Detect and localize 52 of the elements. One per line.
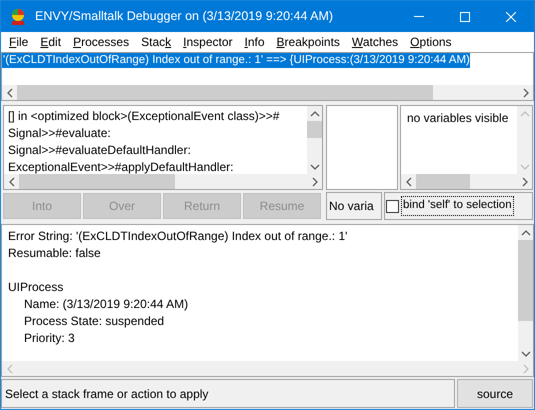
scrollbar-thumb[interactable] — [416, 174, 470, 189]
detail-line: Process State: suspended — [24, 313, 164, 330]
stack-frame[interactable]: Signal>>#evaluateDefaultHandler: — [8, 142, 307, 159]
bind-self-checkbox[interactable]: bind 'self' to selection — [384, 192, 533, 220]
scroll-down-icon[interactable] — [310, 164, 320, 170]
window-title: ENVY/Smalltalk Debugger on (3/13/2019 9:20:44 AM) — [35, 8, 334, 26]
scroll-right-icon[interactable] — [312, 176, 318, 186]
scrollbar-thumb[interactable] — [307, 121, 322, 138]
horizontal-scrollbar[interactable] — [401, 174, 532, 189]
scrollbar-thumb[interactable] — [17, 85, 433, 100]
detail-line: Name: (3/13/2019 9:20:44 AM) — [24, 296, 188, 313]
checkbox-label: bind 'self' to selection — [401, 196, 514, 216]
vertical-scrollbar[interactable] — [518, 225, 533, 361]
scroll-left-icon[interactable] — [6, 88, 12, 98]
menu-item[interactable]: Info — [238, 33, 271, 51]
status-text: Select a stack frame or action to apply — [5, 386, 208, 402]
vertical-scrollbar[interactable] — [307, 106, 322, 174]
menu-item[interactable]: File — [3, 33, 34, 51]
process-row[interactable]: '(ExCLDTIndexOutOfRange) Index out of range.: 1' ==> {UIProcess:(3/13/2019 9:20:44 AM) — [2, 53, 470, 68]
menu-item[interactable]: Processes — [67, 33, 136, 51]
variable-field[interactable]: No varia — [326, 192, 382, 220]
empty-message: no variables visible — [406, 110, 510, 127]
close-icon — [506, 12, 516, 22]
menu-item[interactable]: Stack — [135, 33, 178, 51]
minimize-icon — [414, 16, 424, 17]
detail-line: Resumable: false — [8, 245, 101, 262]
scroll-up-icon[interactable] — [520, 230, 530, 236]
menu-item[interactable]: Options — [404, 33, 458, 51]
detail-line: UIProcess — [8, 279, 64, 296]
maximize-icon — [460, 12, 470, 22]
menu-item[interactable]: Inspector — [177, 33, 238, 51]
stack-frame[interactable]: ExceptionalEvent>>#applyDefaultHandler: — [8, 159, 307, 174]
scroll-left-icon[interactable] — [406, 176, 412, 186]
scroll-right-icon[interactable] — [522, 176, 528, 186]
horizontal-scrollbar[interactable] — [4, 174, 322, 189]
detail-line: Error String: '(ExCLDTIndexOutOfRange) Index out of range.: 1' — [8, 228, 348, 245]
menu-item[interactable]: Breakpoints — [270, 33, 346, 51]
menu-item[interactable]: Edit — [34, 33, 68, 51]
scrollbar-thumb[interactable] — [19, 174, 175, 189]
app-icon — [9, 8, 27, 26]
horizontal-scrollbar[interactable] — [2, 85, 533, 100]
scroll-down-icon[interactable] — [520, 350, 530, 356]
source-button[interactable]: source — [457, 379, 533, 408]
scroll-right-icon[interactable] — [522, 88, 528, 98]
scroll-up-icon[interactable] — [310, 110, 320, 116]
stack-frame[interactable]: Signal>>#evaluate: — [8, 125, 307, 142]
detail-line: Priority: 3 — [24, 330, 75, 347]
scroll-left-icon[interactable] — [8, 176, 14, 186]
menu-item[interactable]: Watches — [346, 33, 404, 51]
stack-frame[interactable]: [] in <optimized block>(ExceptionalEvent class)>># — [8, 108, 307, 125]
checkbox[interactable] — [386, 200, 399, 212]
scrollbar-thumb[interactable] — [518, 240, 533, 321]
